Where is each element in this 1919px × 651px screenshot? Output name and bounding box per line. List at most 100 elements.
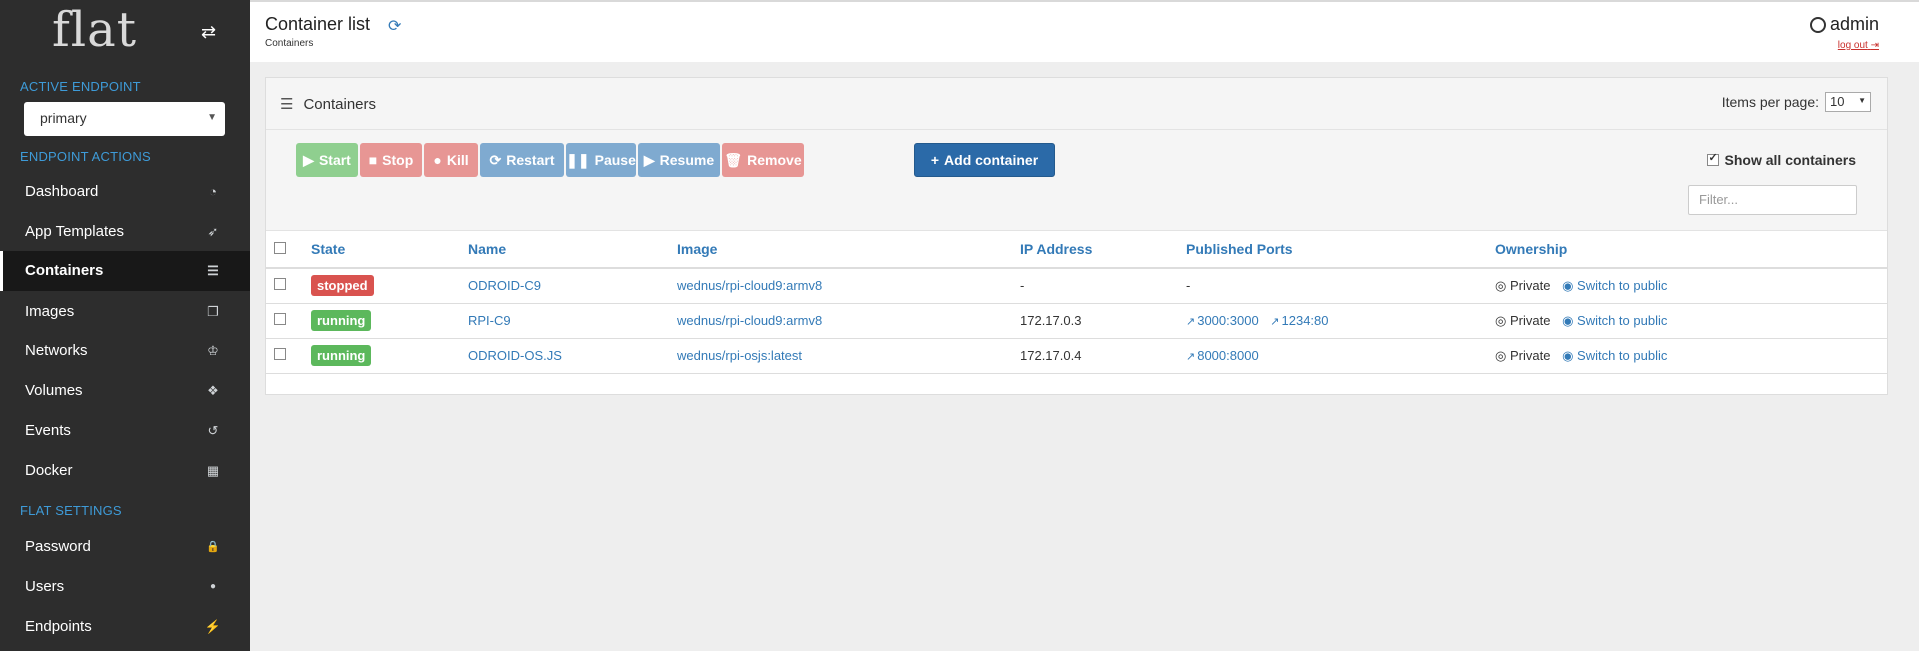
- brand-logo[interactable]: flat: [52, 2, 137, 58]
- trash-icon: 🗑: [724, 151, 743, 168]
- switch-label: Switch to public: [1577, 277, 1668, 293]
- port-link[interactable]: ↗ 3000:3000: [1186, 313, 1259, 328]
- switch-to-public-link[interactable]: ◉ Switch to public: [1562, 313, 1667, 328]
- image-link[interactable]: wednus/rpi-osjs:latest: [677, 348, 802, 363]
- sidebar-item-events[interactable]: Events ↺: [0, 411, 250, 451]
- port-link[interactable]: ↗ 8000:8000: [1186, 348, 1259, 363]
- sidebar-item-label: Events: [25, 422, 71, 439]
- sidebar-item-dashboard[interactable]: Dashboard ◔: [0, 172, 250, 212]
- plus-icon: +: [930, 152, 940, 168]
- sidebar-item-volumes[interactable]: Volumes ❖: [0, 371, 250, 411]
- port-link[interactable]: ↗ 1234:80: [1270, 313, 1328, 328]
- container-name-link[interactable]: RPI-C9: [468, 313, 511, 328]
- state-cell: running: [311, 303, 468, 339]
- sidebar-item-label: Docker: [25, 462, 73, 479]
- container-name-link[interactable]: ODROID-OS.JS: [468, 348, 562, 363]
- refresh-icon[interactable]: ⟳: [388, 16, 401, 36]
- table-row: running RPI-C9 wednus/rpi-cloud9:armv8 1…: [266, 303, 1887, 339]
- show-all-label: Show all containers: [1724, 152, 1856, 168]
- switch-label: Switch to public: [1577, 312, 1668, 328]
- caret-down-icon: ▼: [207, 112, 217, 123]
- caret-down-icon: ▼: [1858, 96, 1866, 105]
- sidebar-item-label: Networks: [25, 342, 88, 359]
- resume-button[interactable]: ▶ Resume: [638, 143, 720, 177]
- row-checkbox[interactable]: [274, 348, 286, 360]
- column-header-image[interactable]: Image: [677, 231, 1020, 269]
- active-endpoint-title: ACTIVE ENDPOINT: [20, 79, 141, 94]
- sidebar-item-endpoints[interactable]: Endpoints ⚡: [0, 607, 250, 647]
- column-header-ip[interactable]: IP Address: [1020, 231, 1186, 269]
- ownership-label: Private: [1509, 277, 1551, 293]
- th-icon: ▦: [206, 463, 220, 478]
- sidebar-item-label: Endpoints: [25, 618, 92, 635]
- name-cell: RPI-C9: [468, 303, 677, 339]
- status-badge: running: [311, 310, 372, 331]
- column-header-ownership[interactable]: Ownership: [1495, 231, 1887, 269]
- remove-button[interactable]: 🗑 Remove: [722, 143, 804, 177]
- start-label: Start: [318, 152, 351, 168]
- exchange-icon[interactable]: ⇄: [201, 22, 225, 42]
- stop-label: Stop: [382, 152, 414, 168]
- image-cell: wednus/rpi-osjs:latest: [677, 338, 1020, 374]
- items-per-page-select[interactable]: 10 ▼: [1825, 92, 1871, 112]
- external-link-icon: ↗: [1270, 316, 1280, 328]
- plug-icon: ⚡: [204, 619, 222, 634]
- port-label: 8000:8000: [1197, 348, 1259, 363]
- panel-title-label: Containers: [303, 95, 376, 113]
- logout-link[interactable]: log out ⇥: [1838, 40, 1879, 51]
- show-all-toggle[interactable]: Show all containers: [1706, 151, 1856, 168]
- row-select-cell: [266, 338, 311, 374]
- sidebar-item-networks[interactable]: Networks ♔: [0, 331, 250, 371]
- sidebar-item-app-templates[interactable]: App Templates ➶: [0, 212, 250, 252]
- kill-button[interactable]: ● Kill: [424, 143, 478, 177]
- add-container-button[interactable]: + Add container: [914, 143, 1055, 177]
- ownership-cell: ◎ Private ◉ Switch to public: [1495, 268, 1887, 304]
- sidebar-item-label: App Templates: [25, 223, 124, 240]
- column-header-ports[interactable]: Published Ports: [1186, 231, 1495, 269]
- row-checkbox[interactable]: [274, 278, 286, 291]
- play-icon: ▶: [303, 151, 314, 168]
- ownership-label: Private: [1509, 312, 1551, 328]
- stop-icon: ■: [368, 152, 378, 168]
- image-link[interactable]: wednus/rpi-cloud9:armv8: [677, 313, 822, 328]
- sidebar-item-users[interactable]: Users ●: [0, 567, 250, 607]
- pause-button[interactable]: ❚❚ Pause: [566, 143, 636, 177]
- history-icon: ↺: [207, 423, 219, 438]
- filter-input[interactable]: Filter...: [1688, 185, 1857, 215]
- table-header-row: State Name Image IP Address Published Po…: [266, 231, 1887, 269]
- sidebar-item-containers[interactable]: Containers ☰: [0, 251, 250, 291]
- state-cell: stopped: [311, 268, 468, 304]
- eye-slash-icon: ◎: [1495, 347, 1507, 363]
- user-circle-icon: [1809, 16, 1826, 33]
- ports-cell: -: [1186, 268, 1495, 304]
- column-header-state[interactable]: State: [311, 231, 468, 269]
- eye-icon: ◉: [1562, 347, 1574, 363]
- user-name-row: admin: [1809, 14, 1879, 35]
- container-name-link[interactable]: ODROID-C9: [468, 278, 541, 293]
- image-link[interactable]: wednus/rpi-cloud9:armv8: [677, 278, 822, 293]
- stop-button[interactable]: ■ Stop: [360, 143, 422, 177]
- clone-icon: ❐: [207, 304, 219, 319]
- select-all-checkbox[interactable]: [274, 242, 286, 254]
- sidebar-item-password[interactable]: Password 🔒: [0, 527, 250, 567]
- sidebar-item-images[interactable]: Images ❐: [0, 292, 250, 332]
- switch-to-public-link[interactable]: ◉ Switch to public: [1562, 278, 1667, 293]
- column-header-name[interactable]: Name: [468, 231, 677, 269]
- show-all-checkbox[interactable]: [1706, 151, 1719, 166]
- state-cell: running: [311, 338, 468, 374]
- image-cell: wednus/rpi-cloud9:armv8: [677, 268, 1020, 304]
- breadcrumb: Containers: [265, 38, 314, 49]
- port-label: 1234:80: [1281, 313, 1329, 328]
- endpoint-select[interactable]: primary ▼: [24, 102, 225, 136]
- restart-button[interactable]: ⟳ Restart: [480, 143, 564, 177]
- start-button[interactable]: ▶ Start: [296, 143, 358, 177]
- lock-icon: 🔒: [206, 541, 220, 553]
- switch-to-public-link[interactable]: ◉ Switch to public: [1562, 348, 1667, 363]
- eye-icon: ◉: [1562, 277, 1574, 293]
- row-checkbox[interactable]: [274, 313, 286, 325]
- endpoint-actions-title: ENDPOINT ACTIONS: [20, 149, 151, 164]
- bomb-icon: ●: [433, 152, 442, 168]
- kill-label: Kill: [446, 152, 469, 168]
- brand: flat ⇄: [0, 0, 250, 64]
- sidebar-item-docker[interactable]: Docker ▦: [0, 451, 250, 491]
